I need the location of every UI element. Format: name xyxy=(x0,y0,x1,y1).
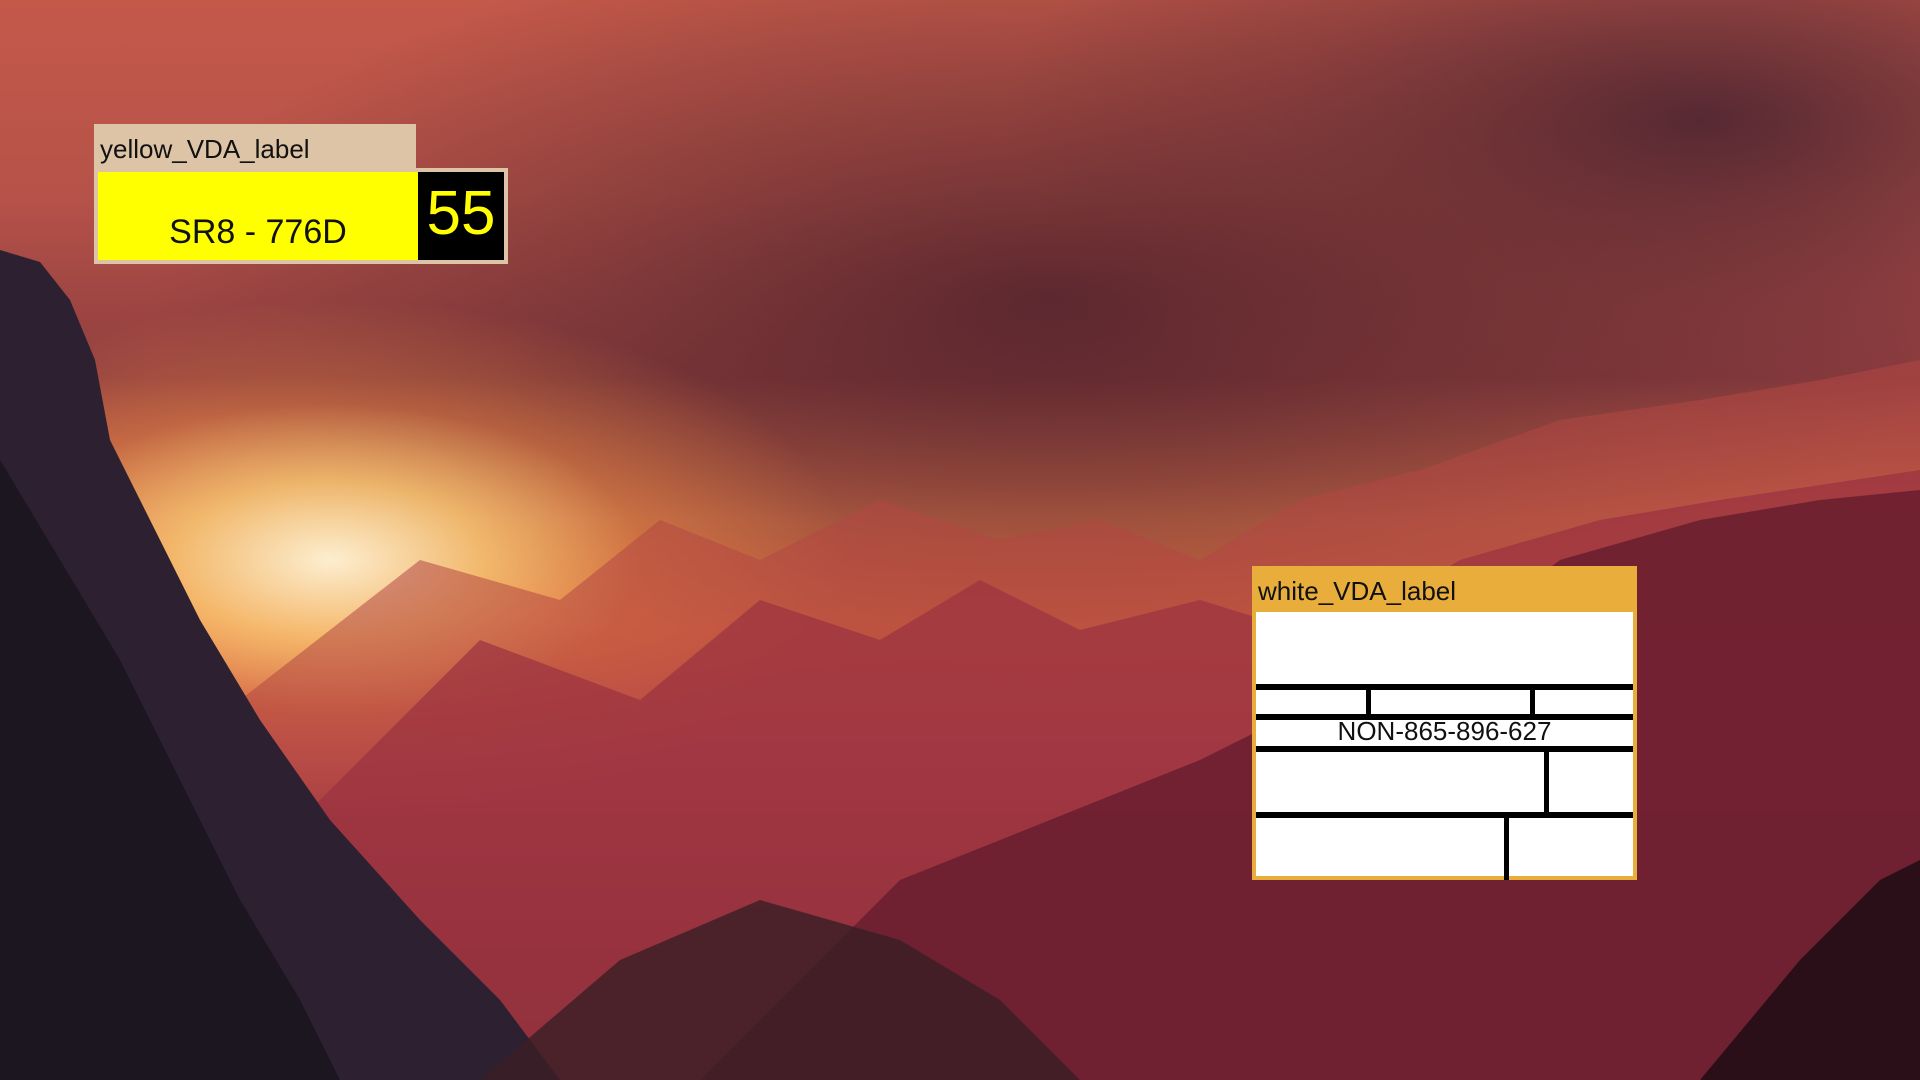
label-divider-line xyxy=(1504,812,1509,880)
label-divider-line xyxy=(1256,812,1633,818)
license-plate-text: SR8 - 776D xyxy=(98,172,418,260)
yellow-vda-label-title[interactable]: yellow_VDA_label xyxy=(94,124,416,168)
label-id-text: NON-865-896-627 xyxy=(1337,716,1552,746)
yellow-vda-label-body: SR8 - 776D 55 xyxy=(94,168,508,264)
label-divider-line xyxy=(1530,684,1535,716)
label-divider-line xyxy=(1366,684,1371,716)
label-divider-line xyxy=(1256,684,1633,690)
desktop: yellow_VDA_label SR8 - 776D 55 white_VDA… xyxy=(0,0,1920,1080)
label-divider-line xyxy=(1544,746,1549,814)
label-divider-line xyxy=(1256,746,1633,752)
plate-number-badge: 55 xyxy=(418,172,504,260)
yellow-vda-label-window[interactable]: yellow_VDA_label SR8 - 776D 55 xyxy=(94,124,508,264)
white-vda-label-window[interactable]: white_VDA_label NON-865-896-627 xyxy=(1252,566,1637,880)
white-vda-label-title[interactable]: white_VDA_label xyxy=(1252,566,1637,610)
white-vda-label-body: NON-865-896-627 xyxy=(1252,610,1637,880)
